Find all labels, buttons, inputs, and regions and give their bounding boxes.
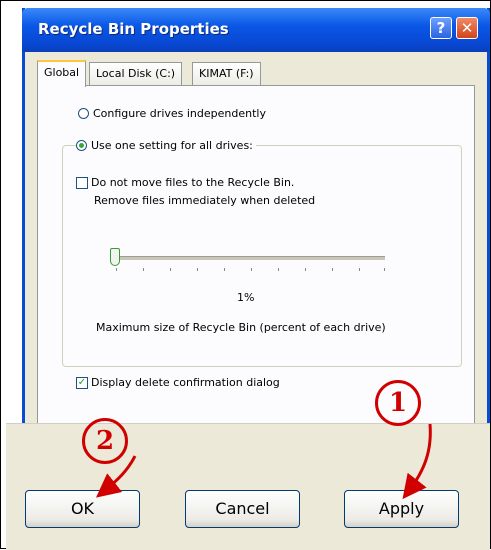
arrow-to-ok	[95, 455, 137, 498]
arrow-to-apply	[402, 423, 432, 500]
tab-label: Global	[44, 66, 80, 79]
tab-global[interactable]: Global	[37, 60, 87, 87]
